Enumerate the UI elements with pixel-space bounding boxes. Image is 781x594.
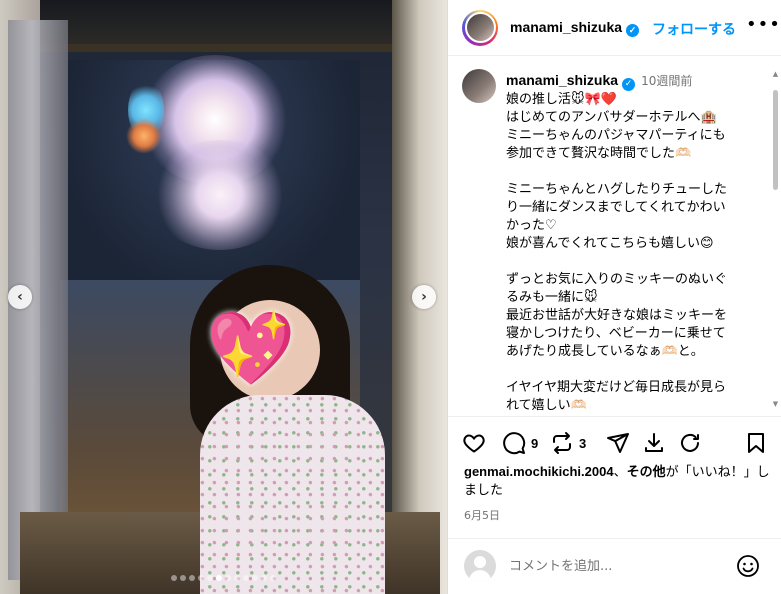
- carousel-dot: [261, 575, 267, 581]
- caption-line: あげたり成長しているなぁ🫶🏻と。: [506, 344, 704, 359]
- caption-gap: [506, 163, 756, 181]
- user-avatar-icon: [464, 550, 496, 582]
- caption-line: り一緒にダンスまでしてくれてかわい: [506, 200, 726, 215]
- caption-line: ミニーちゃんとハグしたりチューした: [506, 182, 728, 197]
- caption-gap: [506, 253, 756, 271]
- post-time[interactable]: 10週間前: [641, 74, 692, 88]
- follow-button[interactable]: フォローする: [652, 19, 736, 39]
- carousel-dot: [243, 575, 249, 581]
- caption-gap: [506, 361, 756, 379]
- carousel-dot: [225, 575, 231, 581]
- caption-line: ミニーちゃんのパジャマパーティにも: [506, 128, 726, 143]
- scroll-thumb[interactable]: [773, 90, 778, 190]
- caption-line: かった♡: [506, 218, 557, 233]
- post-header: manami_shizuka ✓ フォローする •••: [448, 0, 781, 56]
- avatar[interactable]: [462, 9, 498, 46]
- carousel-dot: [270, 575, 276, 581]
- save-button[interactable]: [744, 430, 768, 456]
- carousel-dot: [180, 575, 186, 581]
- scrollbar[interactable]: ▲ ▼: [772, 70, 779, 410]
- emoji-icon[interactable]: [736, 554, 760, 578]
- share-button[interactable]: [606, 430, 630, 456]
- carousel-dot: [216, 575, 222, 581]
- comment-bar: [448, 538, 781, 594]
- heart-icon: [463, 434, 485, 453]
- comment-button[interactable]: 9: [502, 430, 538, 456]
- caption-line: 参加できて贅沢な時間でした🫶🏻: [506, 146, 692, 161]
- username-link[interactable]: manami_shizuka ✓: [510, 19, 640, 37]
- scroll-down-icon[interactable]: ▼: [772, 400, 779, 408]
- caption-line: 寝かしつけたり、ベビーカーに乗せて: [506, 326, 726, 341]
- verified-icon: ✓: [622, 78, 636, 91]
- chevron-right-icon: ›: [421, 289, 427, 305]
- carousel-indicator: [0, 575, 447, 581]
- caption-line: るみも一緒に🐭: [506, 290, 598, 305]
- caption: manami_shizuka ✓ 10週間前 娘の推し活🐭🎀❤️ はじめてのアンバサダ…: [506, 71, 756, 413]
- caption-line: 娘の推し活🐭🎀❤️: [506, 92, 617, 107]
- repost-button[interactable]: 3: [550, 430, 586, 456]
- refresh-button[interactable]: [678, 430, 702, 456]
- comment-icon: [503, 432, 526, 455]
- repost-count: 3: [579, 435, 587, 451]
- likes-text: genmai.mochikichi.2004、その他が「いいね！」しました: [464, 464, 770, 498]
- caption-line: はじめてのアンバサダーホテルへ🏨: [506, 110, 717, 125]
- verified-icon: ✓: [626, 23, 640, 37]
- caption-line: イヤイヤ期大変だけど毎日成長が見ら: [506, 380, 726, 395]
- carousel-dot: [207, 575, 213, 581]
- carousel-dot: [234, 575, 240, 581]
- avatar[interactable]: [462, 69, 496, 103]
- comment-input[interactable]: [509, 558, 729, 574]
- caption-line: ずっとお気に入りのミッキーのぬいぐ: [506, 272, 728, 287]
- carousel-dot: [252, 575, 258, 581]
- divider: [448, 416, 781, 417]
- paper-plane-icon: [607, 433, 629, 453]
- refresh-icon: [681, 433, 699, 452]
- post-photo: 💖 ‹ ›: [0, 0, 447, 594]
- scroll-up-icon[interactable]: ▲: [772, 70, 779, 78]
- caption-line: 娘が喜んでくれてこちらも嬉しい😊: [506, 236, 714, 251]
- carousel-dot: [198, 575, 204, 581]
- post-date[interactable]: 6月5日: [464, 507, 500, 523]
- caption-body: 娘の推し活🐭🎀❤️ はじめてのアンバサダーホテルへ🏨 ミニーちゃんのパジャマパーティ…: [506, 91, 756, 413]
- action-bar: 9 3: [462, 430, 772, 458]
- download-button[interactable]: [642, 430, 666, 456]
- download-icon: [645, 433, 663, 452]
- post-panel: manami_shizuka ✓ フォローする ••• manami_shizuk…: [447, 0, 781, 594]
- repost-icon: [553, 432, 571, 454]
- carousel-dot: [171, 575, 177, 581]
- comment-count: 9: [531, 435, 539, 451]
- child-pajamas: [200, 395, 385, 594]
- caption-line: れて嬉しい🫶🏻: [506, 398, 587, 413]
- more-options-icon[interactable]: •••: [746, 14, 781, 35]
- caption-scroll-area[interactable]: manami_shizuka ✓ 10週間前 娘の推し活🐭🎀❤️ はじめてのアンバサダ…: [448, 57, 770, 413]
- previous-slide-button[interactable]: ‹: [8, 285, 32, 309]
- sparkling-heart-sticker: 💖: [206, 306, 296, 390]
- caption-username[interactable]: manami_shizuka: [506, 72, 618, 88]
- liker-username[interactable]: genmai.mochikichi.2004: [464, 464, 614, 479]
- like-button[interactable]: [462, 430, 486, 456]
- likes-others-link[interactable]: その他: [627, 464, 666, 479]
- next-slide-button[interactable]: ›: [412, 285, 436, 309]
- carousel-dot: [189, 575, 195, 581]
- chevron-left-icon: ‹: [17, 289, 23, 305]
- caption-line: 最近お世話が大好きな娘はミッキーを: [506, 308, 728, 323]
- bookmark-icon: [748, 433, 764, 453]
